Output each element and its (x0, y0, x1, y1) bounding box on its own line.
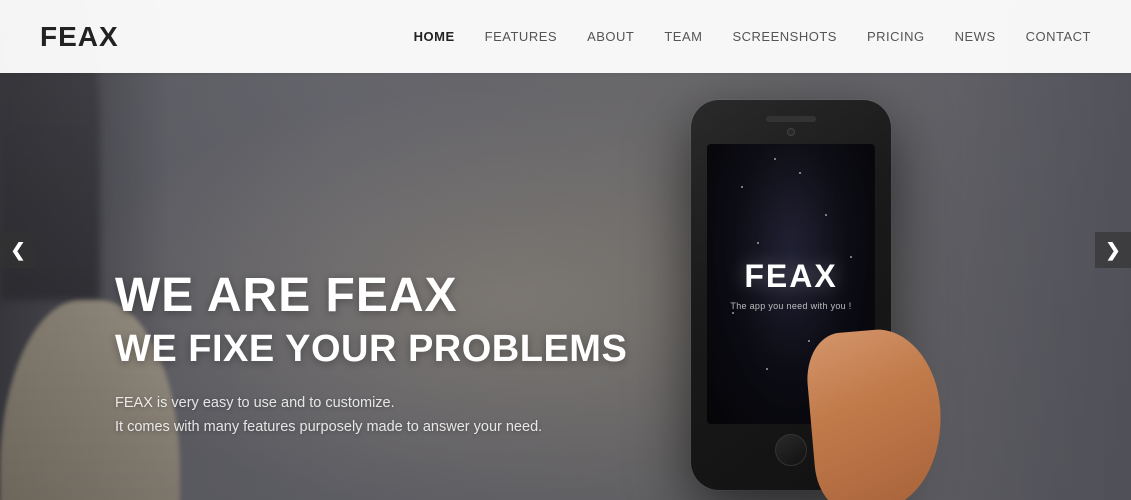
phone-speaker (766, 116, 816, 122)
arrow-right-icon: ❯ (1105, 240, 1120, 261)
phone-app-logo: FEAX (744, 258, 837, 295)
star-2 (825, 214, 827, 216)
nav-item-screenshots[interactable]: SCREENSHOTS (732, 29, 836, 44)
phone-home-button (775, 434, 807, 466)
star-8 (774, 158, 776, 160)
nav-item-about[interactable]: ABOUT (587, 29, 634, 44)
header: FEAX HOME FEATURES ABOUT TEAM SCREENSHOTS PRI… (0, 0, 1131, 73)
hero-subtitle-line1: FEAX is very easy to use and to customiz… (115, 395, 395, 411)
star-1 (741, 186, 743, 188)
hand-graphic (803, 325, 948, 500)
nav-item-features[interactable]: FEATURES (485, 29, 557, 44)
nav-item-news[interactable]: NEWS (955, 29, 996, 44)
arrow-left-icon: ❮ (10, 240, 25, 261)
star-3 (799, 172, 801, 174)
main-nav: HOME FEATURES ABOUT TEAM SCREENSHOTS PRICING N… (414, 29, 1091, 44)
nav-item-home[interactable]: HOME (414, 29, 455, 44)
nav-item-pricing[interactable]: PRICING (867, 29, 925, 44)
phone-mockup: FEAX The app you need with you ! (691, 100, 911, 500)
site-logo[interactable]: FEAX (40, 21, 119, 53)
hero-text-block: WE ARE FEAX WE FIXE YOUR PROBLEMS FEAX i… (115, 270, 627, 440)
hero-title-1: WE ARE FEAX (115, 270, 627, 323)
star-7 (766, 368, 768, 370)
hero-title-2: WE FIXE YOUR PROBLEMS (115, 327, 627, 373)
nav-item-contact[interactable]: CONTACT (1026, 29, 1091, 44)
star-5 (732, 312, 734, 314)
hero-subtitle-line2: It comes with many features purposely ma… (115, 419, 542, 435)
slide-next-button[interactable]: ❯ (1095, 232, 1131, 268)
phone-app-tagline: The app you need with you ! (730, 301, 851, 311)
slide-prev-button[interactable]: ❮ (0, 232, 36, 268)
hero-subtitle: FEAX is very easy to use and to customiz… (115, 391, 627, 440)
hero-section: ❮ WE ARE FEAX WE FIXE YOUR PROBLEMS FEAX… (0, 0, 1131, 500)
hero-content: WE ARE FEAX WE FIXE YOUR PROBLEMS FEAX i… (0, 73, 1131, 500)
star-9 (757, 242, 759, 244)
phone-camera (787, 128, 795, 136)
star-4 (850, 256, 852, 258)
nav-item-team[interactable]: TEAM (664, 29, 702, 44)
star-6 (808, 340, 810, 342)
